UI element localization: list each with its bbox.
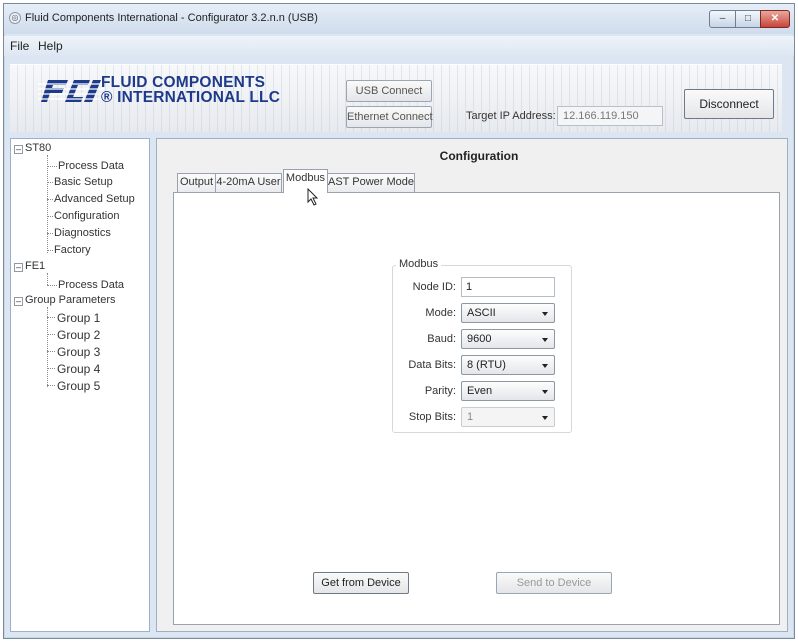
- ethernet-connect-button[interactable]: Ethernet Connect: [346, 106, 433, 128]
- tab-output[interactable]: Output: [177, 173, 216, 192]
- company-logo-text: FLUID COMPONENTS ® INTERNATIONAL LLC: [101, 75, 281, 106]
- parity-select[interactable]: Even: [461, 381, 555, 401]
- tree-line: [47, 166, 57, 167]
- tree-line: [47, 351, 55, 352]
- baud-select-value: 9600: [467, 333, 492, 345]
- tree-line: [47, 285, 57, 286]
- mode-select-value: ASCII: [467, 307, 496, 319]
- title-bar: ◎ Fluid Components International - Confi…: [4, 4, 794, 34]
- stop-bits-select-value: 1: [467, 411, 474, 423]
- data-bits-label: Data Bits:: [408, 359, 456, 371]
- chevron-down-icon: [542, 390, 548, 394]
- usb-connect-button[interactable]: USB Connect: [346, 80, 432, 102]
- tree-line: [47, 233, 53, 234]
- collapse-icon[interactable]: –: [14, 263, 23, 272]
- chevron-down-icon: [542, 338, 548, 342]
- tree-node-advanced-setup[interactable]: Advanced Setup: [54, 193, 135, 205]
- chevron-down-icon: [542, 364, 548, 368]
- menu-bar: File Help: [4, 36, 794, 56]
- baud-label: Baud:: [427, 333, 456, 345]
- tree-line: [47, 250, 53, 251]
- maximize-button[interactable]: □: [735, 10, 761, 28]
- modbus-group-title: Modbus: [396, 258, 442, 270]
- tree-node-configuration[interactable]: Configuration: [54, 210, 119, 222]
- tree-line: [47, 216, 53, 217]
- tab-modbus[interactable]: Modbus: [283, 169, 328, 193]
- data-bits-select-value: 8 (RTU): [467, 359, 506, 371]
- tree-line: [47, 307, 48, 387]
- collapse-icon[interactable]: –: [14, 297, 23, 306]
- tree-line: [47, 155, 48, 253]
- fci-logo-icon: [38, 80, 104, 102]
- tree-line: [47, 182, 53, 183]
- data-bits-select[interactable]: 8 (RTU): [461, 355, 555, 375]
- tree-line: [47, 199, 53, 200]
- tree-line: [47, 273, 48, 285]
- node-id-label: Node ID:: [412, 281, 456, 293]
- logo-line-2: ® INTERNATIONAL LLC: [101, 89, 281, 106]
- window-title: Fluid Components International - Configu…: [25, 12, 318, 24]
- tree-line: [47, 317, 55, 318]
- tree-node-group-4[interactable]: Group 4: [57, 362, 100, 376]
- baud-select[interactable]: 9600: [461, 329, 555, 349]
- target-ip-label: Target IP Address:: [466, 110, 556, 122]
- tree-node-group-parameters[interactable]: Group Parameters: [25, 294, 115, 306]
- disconnect-button[interactable]: Disconnect: [684, 89, 774, 119]
- mouse-cursor-icon: [307, 188, 319, 206]
- tab-ast-power-mode[interactable]: AST Power Mode: [327, 173, 415, 192]
- stop-bits-label: Stop Bits:: [408, 411, 456, 423]
- tree-line: [47, 368, 55, 369]
- tree-node-basic-setup[interactable]: Basic Setup: [54, 176, 113, 188]
- tree-node-group-3[interactable]: Group 3: [57, 345, 100, 359]
- mode-select[interactable]: ASCII: [461, 303, 555, 323]
- minimize-button[interactable]: –: [709, 10, 736, 28]
- tree-line: [47, 334, 55, 335]
- mode-label: Mode:: [425, 307, 456, 319]
- parity-select-value: Even: [467, 385, 493, 397]
- tree-node-fe1[interactable]: FE1: [25, 260, 45, 272]
- tree-node-fe1-process-data[interactable]: Process Data: [58, 279, 124, 291]
- send-to-device-button[interactable]: Send to Device: [496, 572, 612, 594]
- chevron-down-icon: [542, 312, 548, 316]
- node-id-input[interactable]: 1: [461, 277, 555, 297]
- tree-node-factory[interactable]: Factory: [54, 244, 91, 256]
- stop-bits-select[interactable]: 1: [461, 407, 555, 427]
- tree-line: [47, 385, 55, 386]
- tree-node-group-2[interactable]: Group 2: [57, 328, 100, 342]
- target-ip-field[interactable]: 12.166.119.150: [557, 106, 663, 126]
- page-title: Configuration: [439, 149, 519, 163]
- chevron-down-icon: [542, 416, 548, 420]
- tree-node-diagnostics[interactable]: Diagnostics: [54, 227, 111, 239]
- app-icon: ◎: [9, 12, 21, 24]
- menu-help[interactable]: Help: [38, 39, 63, 53]
- close-button[interactable]: ✕: [760, 10, 790, 28]
- tree-node-group-1[interactable]: Group 1: [57, 311, 100, 325]
- tree-node-group-5[interactable]: Group 5: [57, 379, 100, 393]
- tab-4-20ma-user[interactable]: 4-20mA User: [215, 173, 282, 192]
- parity-label: Parity:: [424, 385, 456, 397]
- menu-file[interactable]: File: [10, 39, 29, 53]
- get-from-device-button[interactable]: Get from Device: [313, 572, 409, 594]
